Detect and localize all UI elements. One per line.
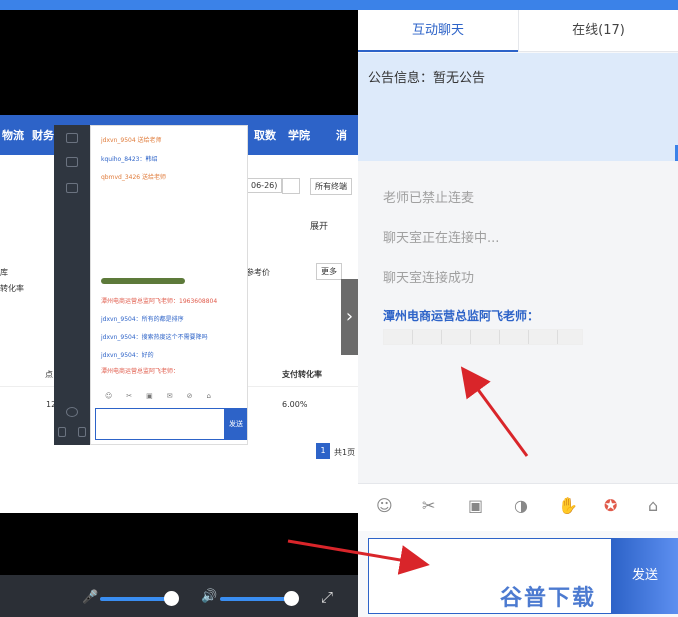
nav-item-academy: 学院 <box>288 129 310 142</box>
left-label-2: 转化率 <box>0 284 24 293</box>
left-label-1: 库 <box>0 268 8 277</box>
mini-input <box>95 408 225 440</box>
mic-icon[interactable]: 🎤 <box>82 590 98 606</box>
page-total: 共1页 <box>334 448 356 457</box>
terminal-select: 所有终端 <box>310 178 352 195</box>
next-arrow-button[interactable]: › <box>341 279 358 355</box>
system-message: 聊天室正在连接中... <box>383 231 500 246</box>
expand-label: 展开 <box>310 222 329 232</box>
system-message: 聊天室连接成功 <box>383 271 475 286</box>
chat-tabs: 互动聊天 在线(17) <box>358 10 678 52</box>
chat-messages: 老师已禁止连麦 聊天室正在连接中... 聊天室连接成功 潭州电商运营总监阿飞老师… <box>358 161 678 483</box>
cell-pay-rate: 6.00% <box>282 400 308 409</box>
speaker-volume-knob[interactable] <box>284 591 299 606</box>
mic-request-icon[interactable]: ◑ <box>514 496 528 515</box>
tab-online[interactable]: 在线(17) <box>518 10 678 52</box>
mini-msg: jdxvn_9504：搜索热度这个不需要降吗 <box>101 334 208 341</box>
mini-msg: qbmvd_3426 送给老师 <box>101 174 166 181</box>
nav-item-message: 消 <box>336 129 347 142</box>
mic-volume-slider[interactable] <box>100 597 172 601</box>
award-icon[interactable]: ✪ <box>604 496 617 515</box>
hand-icon <box>66 133 78 143</box>
top-accent-bar <box>0 0 678 10</box>
hand-icon[interactable]: ✋ <box>558 496 578 515</box>
gift-icon[interactable]: ⌂ <box>648 496 658 515</box>
page-number: 1 <box>316 443 330 459</box>
announcement-text: 公告信息：暂无公告 <box>368 71 486 86</box>
mini-chat-image <box>101 278 185 284</box>
scissors-icon[interactable]: ✂ <box>422 496 435 515</box>
calendar-icon <box>282 178 300 194</box>
nav-item-logistics: 物流 <box>2 129 24 142</box>
chat-toolbar: ☺ ✂ ▣ ◑ ✋ ✪ ⌂ <box>358 483 678 531</box>
send-button[interactable]: 发送 <box>612 538 678 614</box>
teacher-shared-image[interactable] <box>383 329 583 345</box>
tab-interactive-chat[interactable]: 互动聊天 <box>358 10 518 52</box>
mini-msg: 潭州电商运营总监阿飞老师： <box>101 368 180 375</box>
mic-icon <box>58 427 66 437</box>
speaker-icon <box>78 427 86 437</box>
mini-msg: 潭州电商运营总监阿飞老师：1963608804 <box>101 298 218 305</box>
teacher-name: 潭州电商运营总监阿飞老师： <box>383 309 540 323</box>
speaker-icon[interactable]: 🔊 <box>201 589 217 604</box>
speaker-volume-slider[interactable] <box>220 597 292 601</box>
announcement-box: 公告信息：暂无公告 <box>358 53 678 161</box>
col-click: 点 <box>45 370 53 379</box>
date-range: 06-26) <box>246 178 283 193</box>
col-pay-rate: 支付转化率 <box>282 370 322 379</box>
nav-item-fetch: 取数 <box>254 129 276 142</box>
player-controls: 🎤 🔊 ⤢ <box>0 575 358 617</box>
mini-msg: jdxvn_9504：好的 <box>101 352 154 359</box>
screen-icon <box>66 157 78 167</box>
image-icon[interactable]: ▣ <box>468 496 483 515</box>
ref-price-label: 参考价 <box>246 268 270 277</box>
mini-msg: kquiho_8423：韩绍 <box>101 156 158 163</box>
settings-icon <box>66 407 78 417</box>
chat-panel: 互动聊天 在线(17) 公告信息：暂无公告 老师已禁止连麦 聊天室正在连接中..… <box>358 10 678 617</box>
watermark-logo: 谷普下载 <box>500 586 597 611</box>
camera-icon <box>66 183 78 193</box>
mini-send-button: 发送 <box>225 408 247 440</box>
fullscreen-icon[interactable]: ⤢ <box>321 588 333 606</box>
shared-mini-chat: jdxvn_9504 送给老师 kquiho_8423：韩绍 qbmvd_342… <box>90 125 248 445</box>
emoji-icon[interactable]: ☺ <box>376 496 393 515</box>
shared-dark-sidebar <box>54 125 90 445</box>
mini-toolbar: ☺✂▣✉⊘⌂ <box>105 392 225 400</box>
mic-volume-knob[interactable] <box>164 591 179 606</box>
mini-msg: jdxvn_9504：所有的都是排序 <box>101 316 184 323</box>
nav-item-finance: 财务 <box>32 129 54 142</box>
more-dropdown: 更多 <box>316 263 342 280</box>
mini-msg: jdxvn_9504 送给老师 <box>101 137 162 144</box>
system-message: 老师已禁止连麦 <box>383 191 475 206</box>
